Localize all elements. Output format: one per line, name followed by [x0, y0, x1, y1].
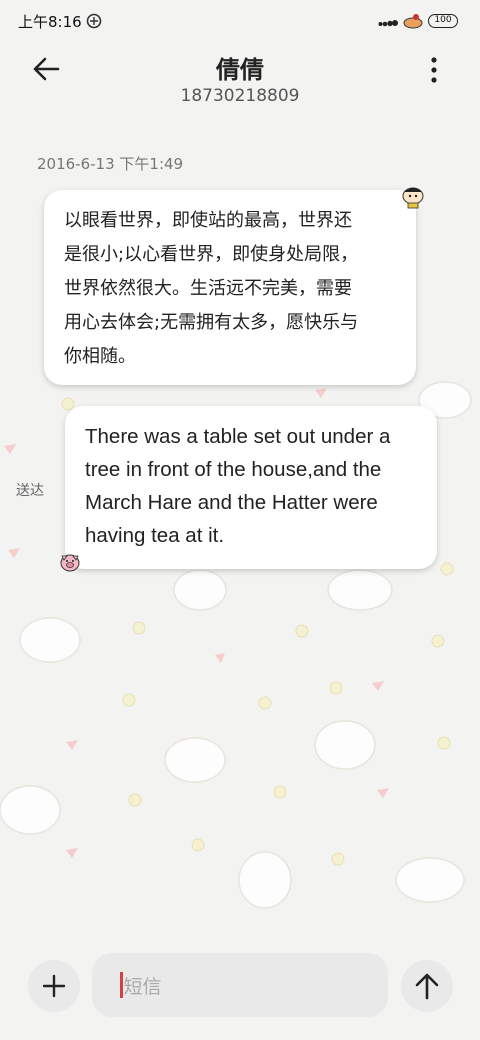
battery-indicator: 100 [428, 14, 458, 28]
delivery-status: 送达 [16, 483, 44, 499]
contact-number: 18730218809 [180, 86, 300, 106]
message-bubble-outgoing[interactable]: There was a table set out under a tree i… [65, 406, 437, 569]
cartoon-sticker-icon [402, 187, 424, 209]
message-line: 世界依然很大。生活远不完美，需要 [64, 278, 352, 299]
message-text: There was a table set out under a tree i… [85, 420, 417, 552]
message-input-placeholder: 短信 [123, 975, 162, 998]
message-line: tree in front of the house,and the [85, 458, 382, 481]
arrow-up-icon [415, 973, 439, 1000]
status-bar: 上午8:16 100 [0, 0, 480, 42]
status-right: 100 [378, 13, 458, 29]
message-line: There was a table set out under a [85, 425, 391, 448]
contact-name: 倩倩 [216, 56, 264, 84]
text-caret [120, 972, 123, 998]
message-timestamp: 2016-6-13 下午1:49 [37, 155, 184, 173]
message-line: March Hare and the Hatter were [85, 491, 378, 514]
pig-sticker-icon [60, 554, 80, 572]
more-options-button[interactable] [422, 56, 446, 84]
message-line: 以眼看世界，即使站的最高，世界还 [64, 210, 352, 231]
composer-bar: 短信 [0, 950, 480, 1020]
sticker-status-icon [403, 14, 423, 29]
conversation-header: 倩倩 18730218809 [0, 42, 480, 112]
message-line: having tea at it. [85, 524, 225, 547]
signal-icon [378, 20, 398, 27]
plus-icon [42, 974, 66, 998]
message-input[interactable]: 短信 [92, 953, 388, 1017]
send-button[interactable] [401, 960, 453, 1012]
status-left: 上午8:16 [18, 11, 102, 32]
message-text: 以眼看世界，即使站的最高，世界还 是很小;以心看世界，即使身处局限， 世界依然很… [64, 204, 396, 374]
message-line: 是很小;以心看世界，即使身处局限， [64, 244, 359, 265]
app-notification-icon [86, 13, 101, 29]
message-line: 你相随。 [64, 346, 136, 367]
message-bubble-incoming[interactable]: 以眼看世界，即使站的最高，世界还 是很小;以心看世界，即使身处局限， 世界依然很… [44, 190, 416, 385]
add-attachment-button[interactable] [28, 960, 80, 1012]
message-line: 用心去体会;无需拥有太多，愿快乐与 [64, 312, 359, 333]
status-time: 上午8:16 [18, 12, 82, 31]
more-vertical-icon [431, 57, 437, 83]
